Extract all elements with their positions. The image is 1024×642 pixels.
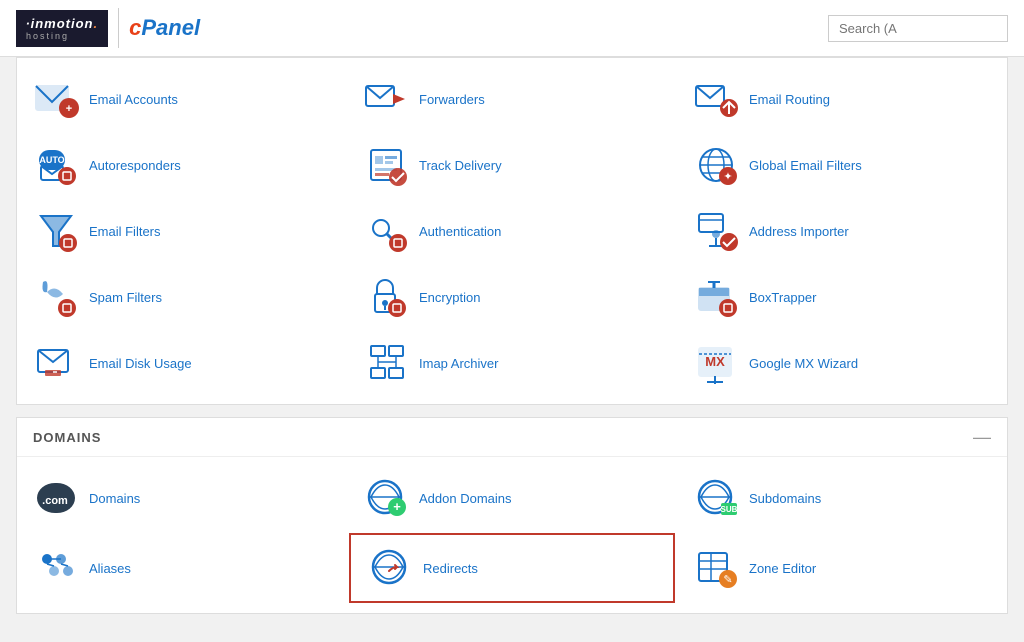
global-email-filters-label: Global Email Filters xyxy=(749,158,862,173)
svg-text:SUB: SUB xyxy=(721,505,738,514)
svg-text:AUTO: AUTO xyxy=(39,155,64,165)
logo-area: ∙inmotion. hosting cPanel xyxy=(16,8,200,48)
forwarders-icon xyxy=(363,76,409,122)
email-routing-label: Email Routing xyxy=(749,92,830,107)
zone-editor-item[interactable]: ✎ Zone Editor xyxy=(677,531,1007,605)
subdomains-label: Subdomains xyxy=(749,491,821,506)
redirects-item[interactable]: Redirects xyxy=(349,533,675,603)
authentication-item[interactable]: Authentication xyxy=(347,198,677,264)
imap-archiver-icon xyxy=(363,340,409,386)
email-disk-usage-item[interactable]: Email Disk Usage xyxy=(17,330,347,396)
boxtrapper-icon xyxy=(693,274,739,320)
email-routing-icon xyxy=(693,76,739,122)
spam-filters-icon xyxy=(33,274,79,320)
address-importer-icon xyxy=(693,208,739,254)
email-filters-label: Email Filters xyxy=(89,224,161,239)
email-items-grid: + Email Accounts Forwarders xyxy=(17,58,1007,404)
email-accounts-icon: + xyxy=(33,76,79,122)
email-filters-icon xyxy=(33,208,79,254)
authentication-icon xyxy=(363,208,409,254)
header: ∙inmotion. hosting cPanel xyxy=(0,0,1024,57)
email-section: + Email Accounts Forwarders xyxy=(16,57,1008,405)
address-importer-item[interactable]: Address Importer xyxy=(677,198,1007,264)
encryption-icon xyxy=(363,274,409,320)
domains-collapse-button[interactable]: ― xyxy=(973,428,991,446)
svg-text:✦: ✦ xyxy=(723,171,732,183)
zone-editor-icon: ✎ xyxy=(693,545,739,591)
google-mx-wizard-label: Google MX Wizard xyxy=(749,356,858,371)
email-disk-usage-icon xyxy=(33,340,79,386)
svg-text:+: + xyxy=(393,499,401,514)
redirects-label: Redirects xyxy=(423,561,478,576)
logo-divider xyxy=(118,8,119,48)
encryption-item[interactable]: Encryption xyxy=(347,264,677,330)
domains-items-grid: .com Domains + Addon Domains xyxy=(17,457,1007,613)
autoresponders-icon: AUTO xyxy=(33,142,79,188)
domains-section-header: DOMAINS ― xyxy=(17,418,1007,457)
address-importer-label: Address Importer xyxy=(749,224,849,239)
domains-label: Domains xyxy=(89,491,140,506)
forwarders-item[interactable]: Forwarders xyxy=(347,66,677,132)
email-filters-item[interactable]: Email Filters xyxy=(17,198,347,264)
subdomains-item[interactable]: SUB Subdomains xyxy=(677,465,1007,531)
imap-archiver-label: Imap Archiver xyxy=(419,356,498,371)
forwarders-label: Forwarders xyxy=(419,92,485,107)
authentication-label: Authentication xyxy=(419,224,501,239)
global-email-filters-icon: ✦ xyxy=(693,142,739,188)
zone-editor-label: Zone Editor xyxy=(749,561,816,576)
addon-domains-item[interactable]: + Addon Domains xyxy=(347,465,677,531)
redirects-icon xyxy=(367,545,413,591)
domains-section-title: DOMAINS xyxy=(33,430,101,445)
encryption-label: Encryption xyxy=(419,290,480,305)
cpanel-logo: cPanel xyxy=(129,15,200,41)
spam-filters-label: Spam Filters xyxy=(89,290,162,305)
google-mx-wizard-item[interactable]: MX Google MX Wizard xyxy=(677,330,1007,396)
track-delivery-item[interactable]: Track Delivery xyxy=(347,132,677,198)
svg-text:.com: .com xyxy=(42,495,68,507)
spam-filters-item[interactable]: Spam Filters xyxy=(17,264,347,330)
email-accounts-item[interactable]: + Email Accounts xyxy=(17,66,347,132)
email-disk-usage-label: Email Disk Usage xyxy=(89,356,192,371)
boxtrapper-item[interactable]: BoxTrapper xyxy=(677,264,1007,330)
imap-archiver-item[interactable]: Imap Archiver xyxy=(347,330,677,396)
subdomains-icon: SUB xyxy=(693,475,739,521)
google-mx-wizard-icon: MX xyxy=(693,340,739,386)
track-delivery-label: Track Delivery xyxy=(419,158,502,173)
svg-text:+: + xyxy=(66,103,72,115)
main-content: + Email Accounts Forwarders xyxy=(0,57,1024,642)
addon-domains-label: Addon Domains xyxy=(419,491,512,506)
search-input[interactable] xyxy=(828,15,1008,42)
track-delivery-icon xyxy=(363,142,409,188)
email-accounts-label: Email Accounts xyxy=(89,92,178,107)
addon-domains-icon: + xyxy=(363,475,409,521)
svg-text:MX: MX xyxy=(705,354,725,369)
inmotion-logo: ∙inmotion. hosting xyxy=(16,10,108,47)
domains-icon: .com xyxy=(33,475,79,521)
aliases-item[interactable]: Aliases xyxy=(17,531,347,605)
aliases-icon xyxy=(33,545,79,591)
boxtrapper-label: BoxTrapper xyxy=(749,290,816,305)
autoresponders-item[interactable]: AUTO Autoresponders xyxy=(17,132,347,198)
domains-item[interactable]: .com Domains xyxy=(17,465,347,531)
email-routing-item[interactable]: Email Routing xyxy=(677,66,1007,132)
domains-section: DOMAINS ― .com Domains xyxy=(16,417,1008,614)
global-email-filters-item[interactable]: ✦ Global Email Filters xyxy=(677,132,1007,198)
autoresponders-label: Autoresponders xyxy=(89,158,181,173)
aliases-label: Aliases xyxy=(89,561,131,576)
